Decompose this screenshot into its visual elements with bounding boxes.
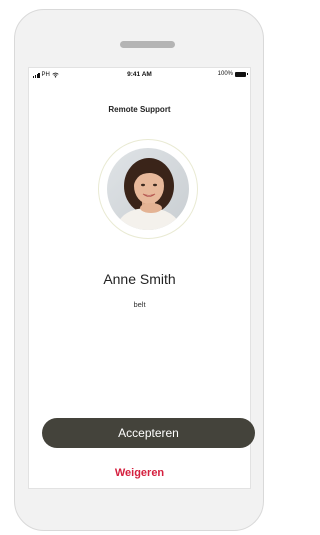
speaker-grille bbox=[120, 41, 175, 48]
phone-frame: PH 9:41 AM 100% Remote Support Anne Smit… bbox=[14, 9, 264, 531]
page-title: Remote Support bbox=[108, 105, 171, 114]
avatar-ring bbox=[98, 139, 198, 239]
battery-icon bbox=[235, 71, 248, 77]
status-bar: PH 9:41 AM 100% bbox=[29, 68, 250, 84]
call-status: belt bbox=[133, 300, 146, 309]
accept-button[interactable]: Accepteren bbox=[42, 418, 255, 448]
battery-percent: 100% bbox=[217, 71, 233, 77]
decline-button[interactable]: Weigeren bbox=[29, 467, 250, 479]
avatar bbox=[107, 148, 189, 230]
status-right: 100% bbox=[217, 71, 248, 77]
app-screen: PH 9:41 AM 100% Remote Support Anne Smit… bbox=[28, 67, 255, 489]
caller-photo bbox=[107, 148, 189, 230]
caller-name: Anne Smith bbox=[103, 271, 176, 287]
